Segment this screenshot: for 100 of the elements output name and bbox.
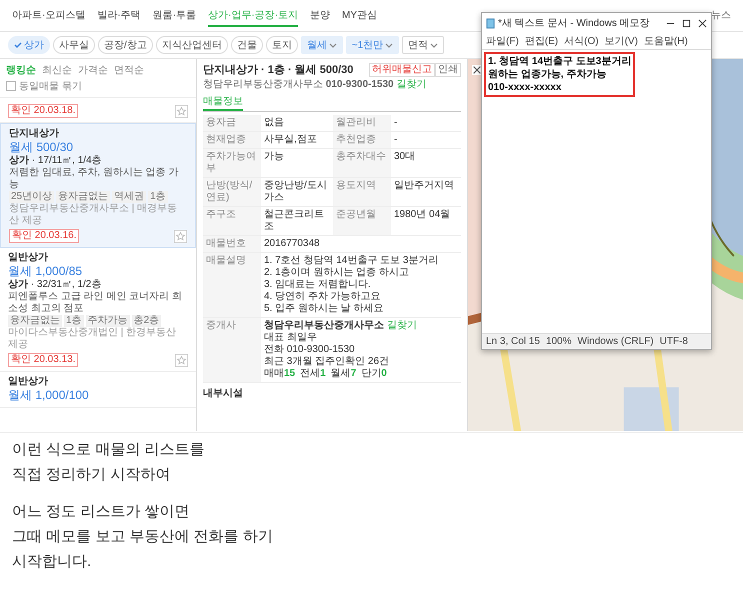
field-value: 1980년 04월 — [393, 208, 452, 222]
paragraph-line: 어느 정도 리스트가 쌓이면 — [12, 502, 191, 522]
field-label: 추천업종 — [333, 132, 391, 148]
field-value: 철근콘크리트조 — [263, 208, 325, 234]
sort-option[interactable]: 면적순 — [114, 63, 144, 77]
text-line: 1. 청담역 14번출구 도보3분거리 — [488, 55, 632, 68]
nav-tab[interactable]: MY관심 — [342, 8, 378, 27]
field-label: 융자금 — [203, 115, 261, 131]
text-line: 010-xxxx-xxxxx — [488, 81, 562, 94]
paragraph-line: 시작합니다. — [12, 552, 92, 572]
listing-price: 월세 500/30 — [9, 140, 74, 155]
status-item: UTF-8 — [660, 336, 688, 347]
description-line: 3. 임대료는 저렴합니다. — [264, 279, 372, 291]
filter-chip[interactable]: 건물 — [230, 36, 263, 54]
status-item: Ln 3, Col 15 — [486, 336, 540, 347]
listing-tag: 융자금없는 — [8, 315, 62, 327]
listing-spec: 상가 · 17/11㎡, 1/4층 — [9, 155, 103, 167]
nav-tab[interactable]: 빌라·주택 — [97, 8, 141, 27]
field-value: 일반주거지역 — [393, 179, 455, 193]
nav-tab[interactable]: 분양 — [310, 8, 330, 27]
confirmed-date: 확인 20.03.16. — [9, 229, 80, 243]
listing-type: 일반상가 — [8, 376, 49, 388]
field-value: 중앙난방/도시가스 — [263, 179, 328, 205]
broker-info: 전화 010-9300-1530 — [264, 344, 356, 356]
listing-tag: 25년이상 — [9, 191, 54, 203]
listing-tag: 총2층 — [132, 315, 162, 327]
sort-option[interactable]: 가격순 — [78, 63, 108, 77]
status-item: Windows (CRLF) — [578, 336, 654, 347]
listing-tag: 1층 — [148, 191, 168, 203]
listing-description: 피엔폴루스 고급 라인 메인 코너자리 희소성 최고의 점포 — [8, 291, 183, 315]
listing-price: 월세 1,000/100 — [8, 388, 90, 403]
listing-tag: 주차가능 — [86, 315, 130, 327]
field-label: 용도지역 — [333, 178, 391, 206]
report-button[interactable]: 허위매물신고 — [369, 63, 435, 77]
field-label: 준공년월 — [333, 207, 391, 235]
confirmed-date: 확인 20.03.13. — [8, 353, 78, 367]
listing-count: 월세7 — [330, 368, 356, 380]
field-label: 매물설명 — [203, 253, 261, 317]
field-label: 매물번호 — [203, 236, 261, 252]
filter-chip[interactable]: 공장/창고 — [98, 36, 153, 54]
description-line: 5. 입주 원하시는 날 하세요 — [264, 303, 384, 315]
field-value: - — [393, 116, 398, 130]
agency-name: 청담우리부동산중개사무소 — [203, 79, 323, 90]
listing-count: 매매15 — [264, 368, 296, 380]
filter-chip[interactable]: 지식산업센터 — [156, 36, 228, 54]
menu-item[interactable]: 서식(O) — [564, 34, 599, 48]
listing-agency: 청담우리부동산중개사무소 | 매경부동산 제공 — [9, 203, 178, 227]
field-label: 중개사 — [203, 318, 261, 382]
print-button[interactable]: 인쇄 — [435, 63, 461, 77]
description-line: 4. 당연히 주차 가능하고요 — [264, 291, 382, 303]
field-value: 사무실,점포 — [263, 133, 318, 147]
field-label: 주차가능여부 — [203, 149, 261, 177]
listing-count: 전세1 — [300, 368, 326, 380]
listing-type: 단지내상가 — [9, 128, 60, 140]
field-value: 없음 — [263, 116, 285, 130]
field-label: 월관리비 — [333, 115, 391, 131]
listing-tag: 역세권 — [112, 191, 146, 203]
filter-chip[interactable]: 토지 — [266, 36, 298, 54]
nav-tab[interactable]: 아파트·오피스텔 — [12, 8, 86, 27]
filter-dropdown[interactable]: 면적 — [402, 36, 444, 54]
listing-count: 단기0 — [361, 368, 387, 380]
field-value: 가능 — [263, 150, 285, 164]
broker-name: 청담우리부동산중개사무소 — [264, 320, 384, 331]
status-item: 100% — [546, 336, 572, 347]
listing-spec: 상가 · 32/31㎡, 1/2층 — [8, 279, 102, 291]
filter-chip[interactable]: 사무실 — [53, 36, 95, 54]
phone-number: 010-9300-1530 — [326, 79, 394, 90]
nav-tab[interactable]: 원룸·투룸 — [152, 8, 196, 27]
broker-info: 대표 최일우 — [264, 332, 318, 344]
sort-option[interactable]: 최신순 — [42, 63, 72, 77]
paragraph-line: 직접 정리하기 시작하여 — [12, 465, 172, 485]
description-line: 1. 7호선 청담역 14번출구 도보 3분거리 — [264, 255, 440, 267]
listing-card[interactable]: 일반상가 월세 1,000/100 — [0, 372, 196, 408]
listing-agency: 마이다스부동산중개법인 | 한경부동산 제공 — [8, 327, 178, 351]
checkbox-label: 동일매물 묶기 — [19, 80, 82, 93]
paragraph-line: 그때 메모를 보고 부동산에 전화를 하기 — [12, 527, 274, 547]
listing-title: 단지내상가 · 1층 · 월세 500/30 — [203, 64, 354, 76]
menu-item[interactable]: 편집(E) — [524, 34, 558, 48]
section-heading: 내부시설 — [203, 388, 244, 400]
broker-info: 최근 3개월 집주인확인 26건 — [264, 356, 390, 368]
field-value: - — [393, 133, 398, 147]
listing-type: 일반상가 — [8, 252, 49, 264]
field-label: 난방(방식/연료) — [203, 178, 261, 206]
listing-tag: 1층 — [64, 315, 84, 327]
listing-description: 저렴한 임대료, 주차, 원하시는 업종 가능 — [9, 167, 180, 191]
listing-price: 월세 1,000/85 — [8, 264, 84, 279]
paragraph-line: 이런 식으로 매물의 리스트를 — [12, 440, 206, 460]
text-line: 원하는 업종가능, 주차가능 — [488, 68, 608, 81]
field-label: 주구조 — [203, 207, 261, 235]
menu-item[interactable]: 파일(F) — [486, 34, 519, 48]
menu-item[interactable]: 도움말(H) — [644, 34, 688, 48]
field-value: 2016770348 — [263, 237, 321, 251]
listing-card[interactable]: 일반상가 월세 1,000/85 상가 · 32/31㎡, 1/2층 피엔폴루스 고급 라인 메인 코너자리 희소성 최고의 점포 융자금없는 1층 주차가능 총2층 마이다스부동산중개법인 | 한경부동산 제공 확인 20.03.13. — [0, 248, 196, 372]
listing-card[interactable]: 단지내상가 월세 500/30 상가 · 17/11㎡, 1/4층 저렴한 임대료, 주차, 원하시는 업종 가능 25년이상 융자금없는 역세권 1층 청담우리부동산중개사무소 | 매경부동산 제공 확인 20.03.16. — [0, 123, 196, 248]
menu-item[interactable]: 보기(V) — [604, 34, 638, 48]
window-title: *새 텍스트 문서 - Windows 메모장 — [498, 17, 650, 30]
description-line: 2. 1층이며 원하시는 업종 하시고 — [264, 267, 410, 279]
listing-tag: 융자금없는 — [56, 191, 110, 203]
nav-link[interactable]: 뉴스 — [711, 8, 731, 27]
field-label: 현재업종 — [203, 132, 261, 148]
